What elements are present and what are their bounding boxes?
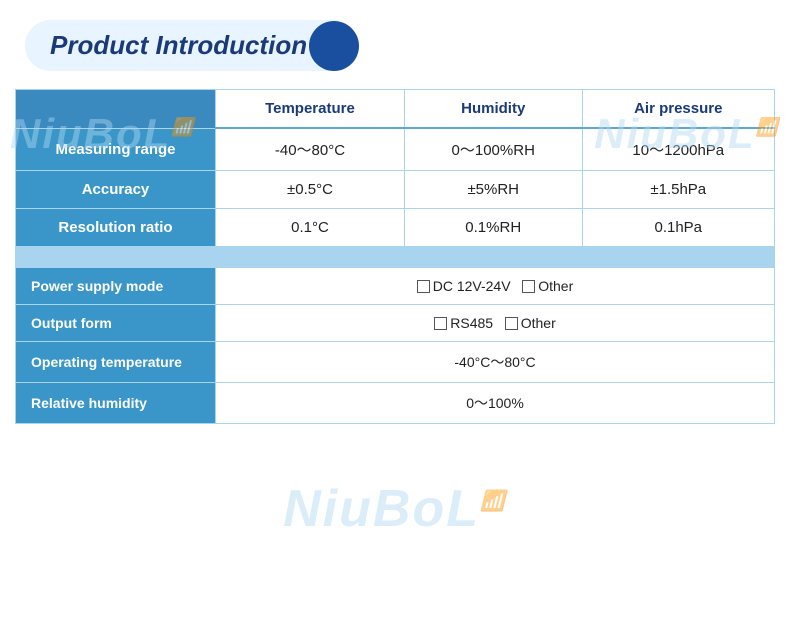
- checkbox-other-output: [505, 317, 518, 330]
- value-pressure-accuracy: ±1.5hPa: [582, 171, 774, 209]
- value-pressure-resolution: 0.1hPa: [582, 209, 774, 247]
- spacer-row: [16, 247, 775, 268]
- label-resolution: Resolution ratio: [16, 209, 216, 247]
- label-power-supply: Power supply mode: [16, 268, 216, 305]
- value-pressure-range: 10～1200hPa: [582, 128, 774, 171]
- checkbox-other-power: [522, 280, 535, 293]
- value-temperature-accuracy: ±0.5°C: [216, 171, 405, 209]
- label-measuring-range: Measuring range: [16, 128, 216, 171]
- value-relative-humidity: 0～100%: [216, 383, 775, 424]
- table-row-output: Output form RS485 Other: [16, 305, 775, 342]
- label-accuracy: Accuracy: [16, 171, 216, 209]
- value-humidity-accuracy: ±5%RH: [404, 171, 582, 209]
- value-humidity-resolution: 0.1%RH: [404, 209, 582, 247]
- label-output-form: Output form: [16, 305, 216, 342]
- value-power-supply: DC 12V-24V Other: [216, 268, 775, 305]
- table-row: Measuring range -40～80°C 0～100%RH 10～120…: [16, 128, 775, 171]
- table-row-relative-humidity: Relative humidity 0～100%: [16, 383, 775, 424]
- header-air-pressure: Air pressure: [582, 90, 774, 129]
- table-header-row: Temperature Humidity Air pressure: [16, 90, 775, 129]
- header-temperature: Temperature: [216, 90, 405, 129]
- watermark-bottom: NiuBoL📶: [283, 479, 507, 539]
- value-temperature-range: -40～80°C: [216, 128, 405, 171]
- header-humidity: Humidity: [404, 90, 582, 129]
- title-badge: Product Introduction: [25, 20, 357, 71]
- value-operating-temperature: -40°C～80°C: [216, 342, 775, 383]
- product-table: Temperature Humidity Air pressure Measur…: [15, 89, 775, 424]
- label-operating-temperature: Operating temperature: [16, 342, 216, 383]
- title-area: Product Introduction: [15, 20, 775, 71]
- page-title: Product Introduction: [50, 30, 307, 61]
- value-temperature-resolution: 0.1°C: [216, 209, 405, 247]
- table-row-operating-temp: Operating temperature -40°C～80°C: [16, 342, 775, 383]
- page-wrapper: NiuBoL📶 NiuBoL📶 NiuBoL📶 Product Introduc…: [0, 0, 790, 629]
- value-humidity-range: 0～100%RH: [404, 128, 582, 171]
- checkbox-dc: [417, 280, 430, 293]
- checkbox-rs485: [434, 317, 447, 330]
- label-relative-humidity: Relative humidity: [16, 383, 216, 424]
- table-row-power: Power supply mode DC 12V-24V Other: [16, 268, 775, 305]
- header-empty: [16, 90, 216, 129]
- table-row: Resolution ratio 0.1°C 0.1%RH 0.1hPa: [16, 209, 775, 247]
- value-output-form: RS485 Other: [216, 305, 775, 342]
- table-row: Accuracy ±0.5°C ±5%RH ±1.5hPa: [16, 171, 775, 209]
